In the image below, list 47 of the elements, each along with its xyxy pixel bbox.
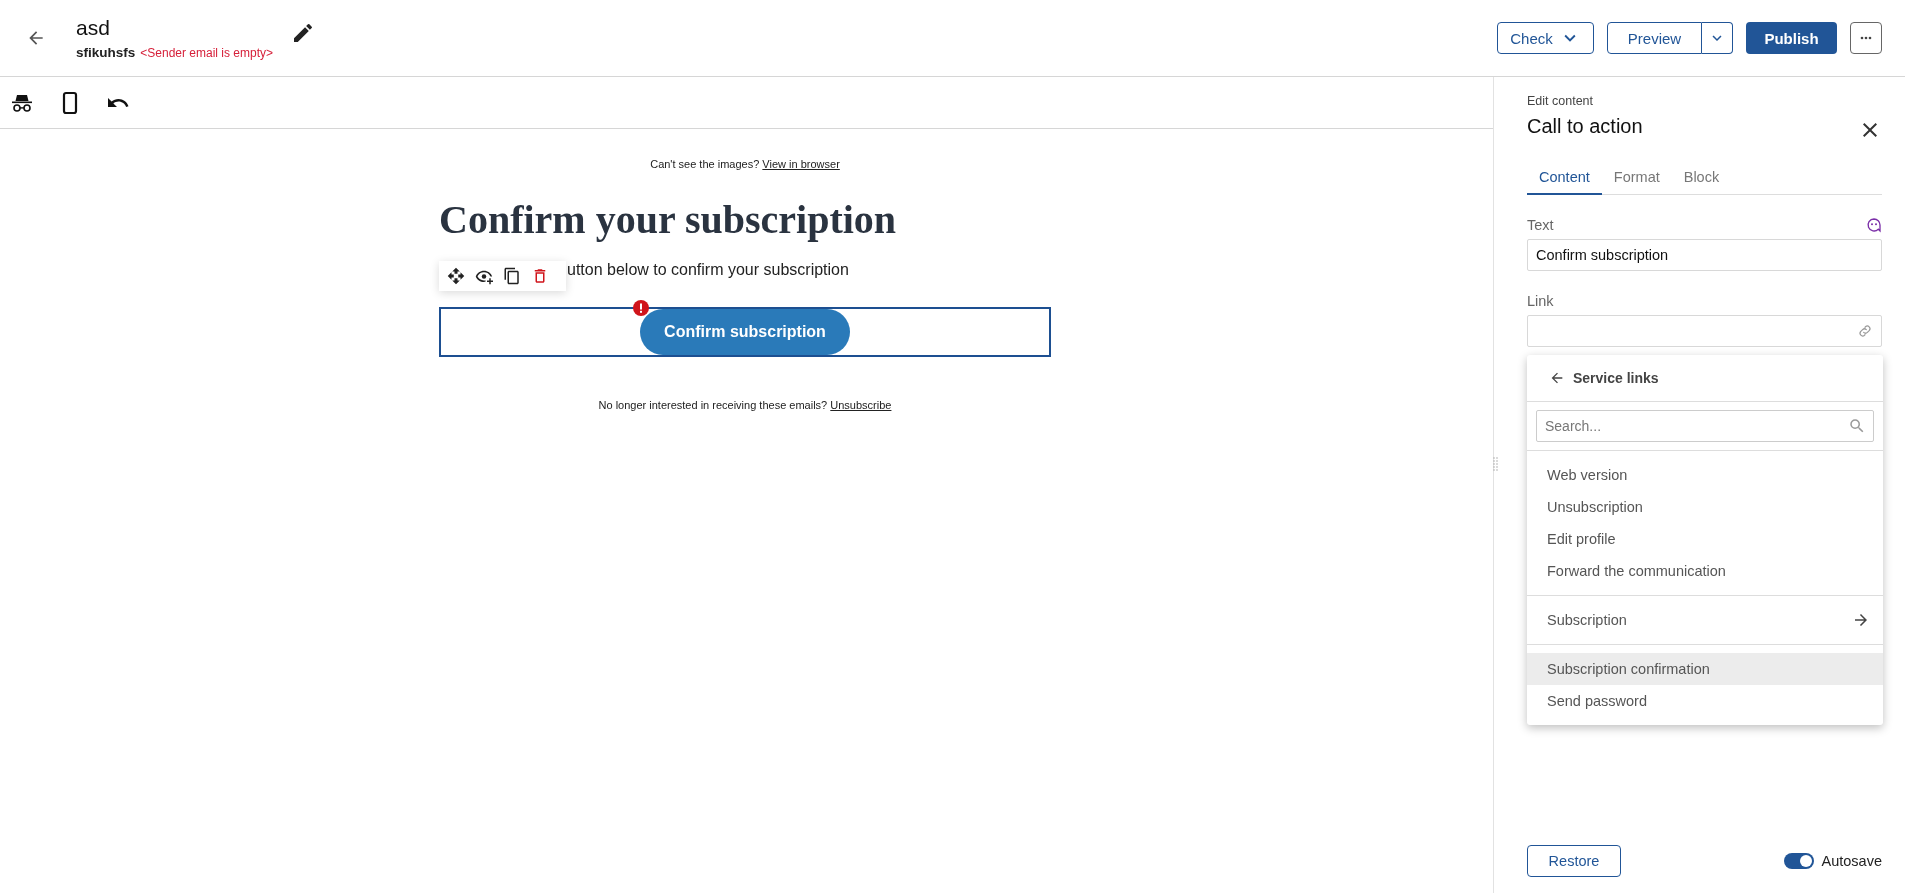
text-field[interactable]: Confirm subscription bbox=[1527, 239, 1882, 271]
menu-item[interactable]: Subscription bbox=[1527, 604, 1883, 636]
menu-item[interactable]: Subscription confirmation bbox=[1527, 653, 1883, 685]
autosave-toggle[interactable] bbox=[1783, 853, 1814, 869]
preheader-text: Can't see the images? bbox=[650, 158, 760, 170]
menu-item[interactable]: Web version bbox=[1527, 459, 1883, 491]
panel-tab[interactable]: Format bbox=[1601, 163, 1672, 195]
more-button[interactable] bbox=[1850, 22, 1882, 54]
menu-title: Service links bbox=[1573, 370, 1659, 386]
ai-assistant-icon[interactable] bbox=[1866, 217, 1882, 233]
menu-item[interactable]: Edit profile bbox=[1527, 523, 1883, 555]
move-icon[interactable] bbox=[447, 267, 465, 285]
email-paragraph: utton below to confirm your subscription bbox=[567, 261, 849, 279]
preview-button[interactable]: Preview bbox=[1607, 22, 1702, 54]
panel-caption: Edit content bbox=[1527, 94, 1594, 108]
field-label: Text bbox=[1527, 217, 1554, 233]
arrow-right-icon bbox=[1852, 611, 1870, 629]
link-field[interactable] bbox=[1527, 315, 1882, 347]
restore-button[interactable]: Restore bbox=[1527, 845, 1621, 877]
field-value: Confirm subscription bbox=[1536, 247, 1669, 263]
menu-item[interactable]: Send password bbox=[1527, 685, 1883, 717]
sender-warning: <Sender email is empty> bbox=[140, 45, 273, 60]
search-icon bbox=[1848, 417, 1866, 435]
pencil-icon[interactable] bbox=[291, 21, 315, 45]
footer-text: No longer interested in receiving these emails? bbox=[598, 399, 828, 411]
resize-handle[interactable] bbox=[1493, 457, 1499, 471]
sender-name: sfikuhsfs bbox=[76, 44, 136, 60]
copy-icon[interactable] bbox=[503, 267, 521, 285]
field-label: Link bbox=[1527, 293, 1554, 309]
autosave-label: Autosave bbox=[1821, 853, 1882, 869]
check-button[interactable]: Check bbox=[1497, 22, 1594, 54]
link-icon[interactable] bbox=[1857, 323, 1873, 339]
publish-button[interactable]: Publish bbox=[1746, 22, 1837, 54]
menu-item[interactable]: Forward the communication bbox=[1527, 555, 1883, 587]
panel-title: Call to action bbox=[1527, 115, 1643, 138]
selected-block[interactable]: Confirm subscription bbox=[439, 307, 1051, 357]
panel-tab[interactable]: Block bbox=[1671, 163, 1732, 195]
back-icon[interactable] bbox=[1549, 370, 1565, 386]
unsubscribe-link[interactable]: Unsubscribe bbox=[830, 399, 892, 411]
menu-item[interactable]: Unsubscription bbox=[1527, 491, 1883, 523]
preview-menu-button[interactable] bbox=[1702, 22, 1733, 54]
confirm-subscription-button[interactable]: Confirm subscription bbox=[640, 309, 850, 355]
email-heading: Confirm your subscription bbox=[439, 196, 898, 243]
email-title: asd bbox=[76, 15, 111, 40]
panel-tab[interactable]: Content bbox=[1527, 163, 1602, 195]
view-in-browser-link[interactable]: View in browser bbox=[762, 158, 840, 170]
search-field[interactable]: Search... bbox=[1536, 410, 1874, 442]
